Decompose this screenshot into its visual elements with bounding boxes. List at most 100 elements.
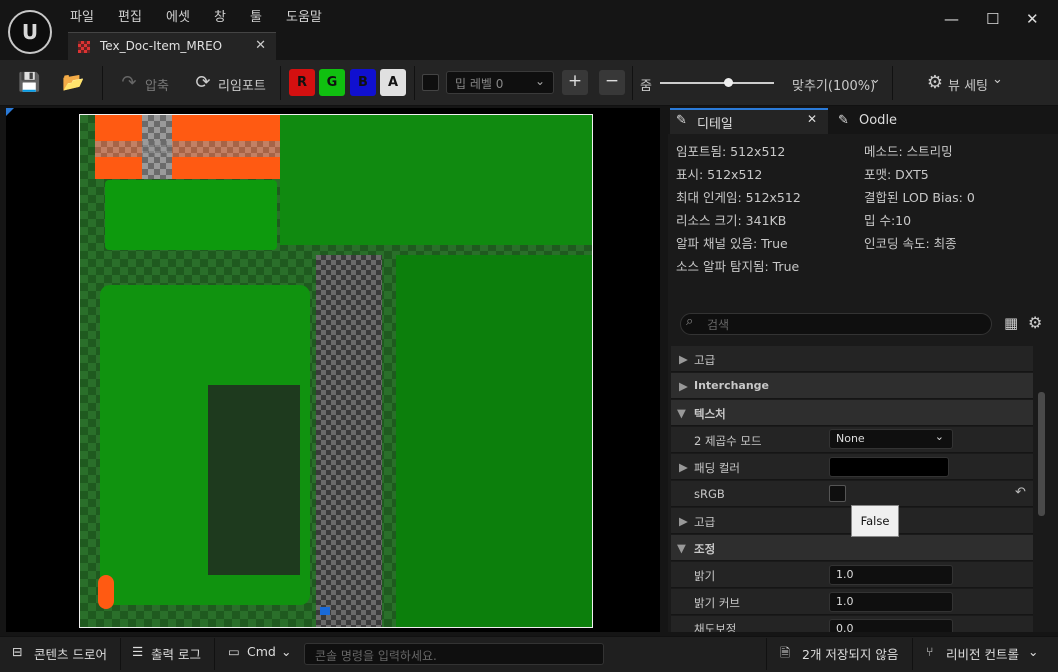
row-label: 2 제곱수 모드 [694,434,762,448]
menu-file[interactable]: 파일 [70,6,94,25]
table-view-icon[interactable]: ▦ [1004,314,1018,332]
zoom-slider[interactable] [660,82,774,84]
tab-details-label: 디테일 [697,117,733,132]
property-srgb: sRGB ↶ [671,481,1033,507]
mip-minus-button[interactable]: − [599,70,625,95]
info-method: 메소드: 스트리밍 [864,144,953,159]
channel-a-button[interactable]: A [380,69,406,96]
compress-button[interactable]: 압축 [145,75,169,94]
content-drawer-button[interactable]: 콘텐츠 드로어 [34,644,107,663]
orange-spot [98,575,114,609]
brightness-input[interactable]: 1.0 [829,565,953,585]
row-label: 밝기 커브 [694,596,740,610]
view-settings-button[interactable]: 뷰 세팅 [948,75,988,94]
chevron-down-icon: ⌄ [534,74,545,88]
mip-level-text: 밉 레벨 0 [455,77,504,91]
fit-zoom-dropdown[interactable]: 맞추기(100%) [792,75,875,94]
channel-b-button[interactable]: B [350,69,376,96]
viewport-corner-marker [6,108,14,116]
checker-region [95,141,281,157]
tab-oodle[interactable]: Oodle [859,113,897,139]
info-format: 포맷: DXT5 [864,167,929,182]
info-encode-speed: 인코딩 속도: 최종 [864,236,957,251]
terminal-icon: ▭ [228,644,240,659]
info-imported: 임포트됨: 512x512 [676,144,786,159]
mip-level-dropdown[interactable]: 밉 레벨 0 ⌄ [446,71,554,94]
close-tab-icon[interactable]: ✕ [807,112,817,138]
info-max-ingame: 최대 인게임: 512x512 [676,190,801,205]
output-log-button[interactable]: 출력 로그 [151,644,201,663]
menu-edit[interactable]: 편집 [118,6,142,25]
zoom-slider-knob[interactable] [724,78,733,87]
chevron-down-icon: ⌄ [1028,644,1039,659]
blue-spot [320,607,330,615]
texture-icon [78,41,90,53]
chevron-down-icon: ⌄ [870,72,881,87]
console-input[interactable]: 콘솔 명령을 입력하세요. [304,643,604,665]
info-has-alpha: 알파 채널 있음: True [676,236,788,251]
reimport-button[interactable]: 리임포트 [218,75,266,94]
gear-icon[interactable]: ⚙ [1028,313,1042,332]
close-tab-icon[interactable]: ✕ [255,38,266,53]
details-scrollbar-thumb[interactable] [1038,392,1045,516]
dark-region [208,385,300,575]
menu-window[interactable]: 창 [214,6,226,25]
menu-help[interactable]: 도움말 [286,6,322,25]
dropdown-value: None [836,432,865,445]
tab-details[interactable] [670,108,828,134]
row-label: 조정 [694,542,716,556]
channel-r-button[interactable]: R [289,69,315,96]
channel-g-button[interactable]: G [319,69,345,96]
chevron-down-icon: ⌄ [934,430,944,443]
mip-plus-button[interactable]: + [562,70,588,95]
menu-tools[interactable]: 툴 [250,6,262,25]
tab-title: Tex_Doc-Item_MREO [100,39,223,53]
mip-checkbox[interactable] [422,74,439,91]
category-texture[interactable]: ▼ 텍스처 [671,400,1033,426]
green-region [105,180,277,250]
save-icon[interactable]: 💾 [18,72,40,94]
editor-tab[interactable]: Tex_Doc-Item_MREO ✕ [68,32,276,60]
green-region [280,115,592,245]
minimize-icon[interactable]: — [944,10,959,28]
maximize-icon[interactable]: ☐ [986,10,999,28]
search-placeholder: 검색 [707,318,730,332]
gear-icon[interactable]: ⚙ [924,72,946,94]
revision-control-button[interactable]: 리비전 컨트롤 [946,644,1019,663]
reset-icon[interactable]: ↶ [1015,485,1026,500]
property-brightness: 밝기 1.0 [671,562,1033,588]
property-brightness-curve: 밝기 커브 1.0 [671,589,1033,615]
pencil-icon: ✎ [676,113,687,128]
unreal-logo-icon[interactable]: U [8,10,52,54]
chevron-down-icon: ⌄ [281,644,292,659]
info-mip-count: 밉 수:10 [864,213,912,228]
power-of-two-dropdown[interactable]: None ⌄ [829,429,953,449]
srgb-checkbox[interactable] [829,485,846,502]
collapse-arrow-icon: ▼ [677,406,686,420]
category-advanced[interactable]: ▶ 고급 [671,346,1033,372]
info-lod-bias: 결합된 LOD Bias: 0 [864,190,975,205]
reimport-icon[interactable]: ⟳ [192,72,214,94]
row-label: 밝기 [694,569,716,583]
chevron-down-icon: ⌄ [992,72,1003,87]
close-window-icon[interactable]: ✕ [1026,10,1039,28]
cmd-dropdown[interactable]: Cmd [247,644,276,659]
expand-arrow-icon: ▶ [679,352,688,366]
vibrance-input[interactable]: 0.0 [829,619,953,632]
menu-asset[interactable]: 에셋 [166,6,190,25]
unsaved-button[interactable]: 2개 저장되지 않음 [802,644,898,663]
expand-arrow-icon: ▶ [679,379,688,393]
property-power-of-two: 2 제곱수 모드 None ⌄ [671,427,1033,453]
category-interchange[interactable]: ▶ Interchange [671,373,1033,399]
padding-color-swatch[interactable] [829,457,949,477]
category-adjustments[interactable]: ▼ 조정 [671,535,1033,561]
row-label: sRGB [694,487,725,501]
info-source-alpha: 소스 알파 탐지됨: True [676,259,800,274]
brightness-curve-input[interactable]: 1.0 [829,592,953,612]
collapse-arrow-icon: ▼ [677,541,686,555]
output-log-icon: ☰ [132,644,144,659]
compress-icon[interactable]: ↷ [118,72,140,94]
browse-icon[interactable]: 📂 [62,72,84,94]
content-drawer-icon: ⊟ [12,644,23,659]
details-search-input[interactable]: 검색 [680,313,992,335]
